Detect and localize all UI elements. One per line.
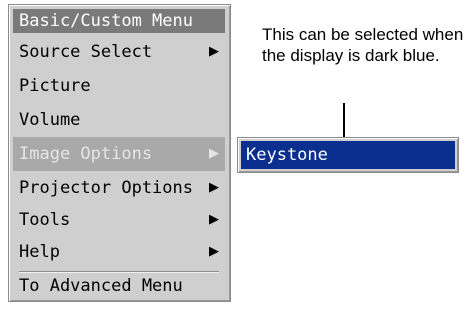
image-options-submenu: Keystone — [237, 137, 459, 173]
submenu-arrow-icon: ▶ — [209, 244, 219, 259]
menu-item-picture[interactable]: Picture — [13, 69, 225, 103]
menu-item-tools[interactable]: Tools ▶ — [13, 203, 225, 237]
menu-item-image-options[interactable]: Image Options ▶ — [13, 137, 225, 171]
menu-item-label: Source Select — [19, 42, 153, 62]
menu-item-label: Projector Options — [19, 178, 193, 198]
submenu-arrow-icon: ▶ — [209, 180, 219, 195]
menu-item-label: Tools — [19, 210, 71, 230]
basic-custom-menu: Basic/Custom Menu Source Select ▶ Pictur… — [8, 4, 231, 302]
menu-item-label: Volume — [19, 110, 81, 130]
submenu-item-keystone[interactable]: Keystone — [241, 141, 455, 169]
menu-item-projector-options[interactable]: Projector Options ▶ — [13, 171, 225, 205]
menu-item-help[interactable]: Help ▶ — [13, 235, 225, 269]
annotation-pointer-line — [343, 103, 345, 137]
submenu-arrow-icon: ▶ — [209, 44, 219, 59]
menu-item-label: To Advanced Menu — [19, 276, 183, 296]
menu-item-label: Help — [19, 242, 60, 262]
menu-item-label: Picture — [19, 76, 91, 96]
menu-item-to-advanced-menu[interactable]: To Advanced Menu — [13, 273, 225, 299]
submenu-arrow-icon: ▶ — [209, 146, 219, 161]
menu-item-volume[interactable]: Volume — [13, 103, 225, 137]
submenu-arrow-icon: ▶ — [209, 212, 219, 227]
menu-item-source-select[interactable]: Source Select ▶ — [13, 35, 225, 69]
menu-item-label: Image Options — [19, 144, 153, 164]
annotation-text: This can be selected when the display is… — [262, 25, 464, 65]
menu-title: Basic/Custom Menu — [13, 9, 225, 33]
